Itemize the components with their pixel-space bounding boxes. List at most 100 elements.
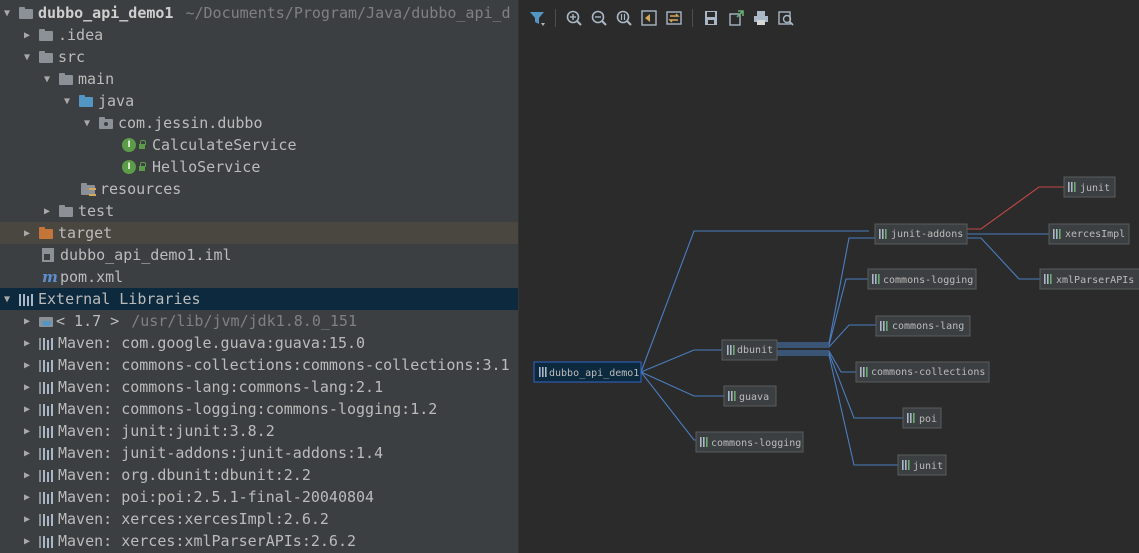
expand-arrow-icon[interactable]: ▶ <box>20 338 34 349</box>
tree-root-row[interactable]: ▼ dubbo_api_demo1 ~/Documents/Program/Ja… <box>0 2 518 24</box>
node-dubbo-api-demo1[interactable]: dubbo_api_demo1 <box>533 361 642 383</box>
export-icon[interactable] <box>726 8 746 28</box>
tree-item-label: Maven: junit-addons:junit-addons:1.4 <box>58 444 384 462</box>
tree-item-maven-library[interactable]: ▶ Maven: junit:junit:3.8.2 <box>0 420 518 442</box>
layout-icon[interactable] <box>664 8 684 28</box>
tree-item-label: src <box>58 48 86 66</box>
jdk-path: /usr/lib/jvm/jdk1.8.0_151 <box>131 312 357 330</box>
node-label: dubbo_api_demo1 <box>549 368 639 379</box>
maven-library-icon <box>38 446 54 460</box>
tree-item-package[interactable]: ▼ com.jessin.dubbo <box>0 112 518 134</box>
edge-junit-addons-xmlparserapis <box>967 237 1040 280</box>
collapse-arrow-icon[interactable]: ▼ <box>80 118 94 129</box>
tree-item-label: Maven: xerces:xmlParserAPIs:2.6.2 <box>58 532 357 550</box>
node-junit[interactable]: junit <box>897 454 947 476</box>
excluded-folder-icon <box>38 226 54 240</box>
tree-item-label: Maven: commons-lang:commons-lang:2.1 <box>58 378 384 396</box>
tree-item-maven-library[interactable]: ▶ Maven: xerces:xmlParserAPIs:2.6.2 <box>0 530 518 552</box>
node-xmlparserapis[interactable]: xmlParserAPIs <box>1039 268 1139 290</box>
collapse-arrow-icon[interactable]: ▼ <box>40 74 54 85</box>
tree-item-label: com.jessin.dubbo <box>118 114 263 132</box>
tree-item-resources[interactable]: resources <box>0 178 518 200</box>
interface-icon: I <box>122 160 136 174</box>
tree-item-hello-service[interactable]: I HelloService <box>0 156 518 178</box>
zoom-out-icon[interactable] <box>589 8 609 28</box>
node-commons-lang[interactable]: commons-lang <box>875 315 971 337</box>
expand-arrow-icon[interactable]: ▶ <box>20 514 34 525</box>
module-file-icon <box>42 248 54 262</box>
node-poi[interactable]: poi <box>902 407 942 429</box>
tree-item-maven-library[interactable]: ▶ Maven: org.dbunit:dbunit:2.2 <box>0 464 518 486</box>
tree-item-calculate-service[interactable]: I CalculateService <box>0 134 518 156</box>
expand-arrow-icon[interactable]: ▶ <box>20 228 34 239</box>
library-icon <box>18 292 34 306</box>
fit-content-icon[interactable] <box>639 8 659 28</box>
node-xercesimpl[interactable]: xercesImpl <box>1048 223 1130 245</box>
tree-item-maven-library[interactable]: ▶ Maven: commons-lang:commons-lang:2.1 <box>0 376 518 398</box>
resources-folder-icon <box>80 182 96 196</box>
tree-item-java[interactable]: ▼ java <box>0 90 518 112</box>
node-commons-logging[interactable]: commons-logging <box>695 431 804 453</box>
node-junit-conflict[interactable]: junit <box>1063 176 1116 198</box>
dependency-diagram[interactable]: dubbo_api_demo1 dbunit guava commons-log… <box>518 0 1139 553</box>
expand-arrow-icon[interactable]: ▶ <box>20 316 34 327</box>
tree-item-label: .idea <box>58 26 104 44</box>
tree-item-jdk[interactable]: ▶ < 1.7 > /usr/lib/jvm/jdk1.8.0_151 <box>0 310 518 332</box>
tree-item-src[interactable]: ▼ src <box>0 46 518 68</box>
tree-item-external-libraries[interactable]: ▼ External Libraries <box>0 288 518 310</box>
expand-arrow-icon[interactable]: ▶ <box>20 470 34 481</box>
tree-item-target[interactable]: ▶ target <box>0 222 518 244</box>
tree-item-maven-library[interactable]: ▶ Maven: commons-collections:commons-coll… <box>0 354 518 376</box>
tree-item-label: < 1.7 > <box>56 312 120 330</box>
expand-arrow-icon[interactable]: ▶ <box>20 360 34 371</box>
filter-icon[interactable] <box>527 8 547 28</box>
tree-item-main[interactable]: ▼ main <box>0 68 518 90</box>
expand-arrow-icon[interactable]: ▶ <box>40 206 54 217</box>
tree-item-label: dubbo_api_demo1.iml <box>60 246 232 264</box>
tree-item-label: Maven: xerces:xercesImpl:2.6.2 <box>58 510 329 528</box>
tree-item-idea[interactable]: ▶ .idea <box>0 24 518 46</box>
node-label: junit <box>1080 183 1110 194</box>
expand-arrow-icon[interactable]: ▶ <box>20 448 34 459</box>
actual-size-icon[interactable] <box>614 8 634 28</box>
collapse-arrow-icon[interactable]: ▼ <box>20 52 34 63</box>
tree-item-maven-library[interactable]: ▶ Maven: junit-addons:junit-addons:1.4 <box>0 442 518 464</box>
save-icon[interactable] <box>701 8 721 28</box>
tree-item-maven-library[interactable]: ▶ Maven: commons-logging:commons-logging:… <box>0 398 518 420</box>
node-junit-addons[interactable]: junit-addons <box>874 223 968 245</box>
tree-item-pom[interactable]: m pom.xml <box>0 266 518 288</box>
node-dbunit[interactable]: dbunit <box>721 339 778 361</box>
node-commons-logging-2[interactable]: commons-logging <box>867 268 977 290</box>
tree-item-maven-library[interactable]: ▶ Maven: poi:poi:2.5.1-final-20040804 <box>0 486 518 508</box>
jdk-icon <box>38 314 54 328</box>
node-label: commons-collections <box>871 367 985 378</box>
node-guava[interactable]: guava <box>723 385 777 407</box>
diagram-canvas[interactable]: dubbo_api_demo1 dbunit guava commons-log… <box>519 0 1139 553</box>
print-preview-icon[interactable] <box>776 8 796 28</box>
node-label: commons-logging <box>883 275 973 286</box>
folder-icon <box>38 28 54 42</box>
zoom-in-icon[interactable] <box>564 8 584 28</box>
project-tree[interactable]: ▼ dubbo_api_demo1 ~/Documents/Program/Ja… <box>0 0 518 553</box>
module-folder-icon <box>18 6 34 20</box>
tree-item-maven-library[interactable]: ▶ Maven: com.google.guava:guava:15.0 <box>0 332 518 354</box>
collapse-arrow-icon[interactable]: ▼ <box>0 8 14 19</box>
collapse-arrow-icon[interactable]: ▼ <box>60 96 74 107</box>
node-commons-collections[interactable]: commons-collections <box>855 361 990 383</box>
expand-arrow-icon[interactable]: ▶ <box>20 492 34 503</box>
maven-library-icon <box>38 490 54 504</box>
source-folder-icon <box>78 94 94 108</box>
node-label: poi <box>919 414 937 425</box>
folder-icon <box>38 50 54 64</box>
tree-item-iml[interactable]: dubbo_api_demo1.iml <box>0 244 518 266</box>
print-icon[interactable] <box>751 8 771 28</box>
access-lock-icon <box>138 140 146 150</box>
expand-arrow-icon[interactable]: ▶ <box>20 404 34 415</box>
expand-arrow-icon[interactable]: ▶ <box>20 536 34 547</box>
tree-item-maven-library[interactable]: ▶ Maven: xerces:xercesImpl:2.6.2 <box>0 508 518 530</box>
expand-arrow-icon[interactable]: ▶ <box>20 382 34 393</box>
tree-item-test[interactable]: ▶ test <box>0 200 518 222</box>
expand-arrow-icon[interactable]: ▶ <box>20 426 34 437</box>
expand-arrow-icon[interactable]: ▶ <box>20 30 34 41</box>
collapse-arrow-icon[interactable]: ▼ <box>0 294 14 305</box>
